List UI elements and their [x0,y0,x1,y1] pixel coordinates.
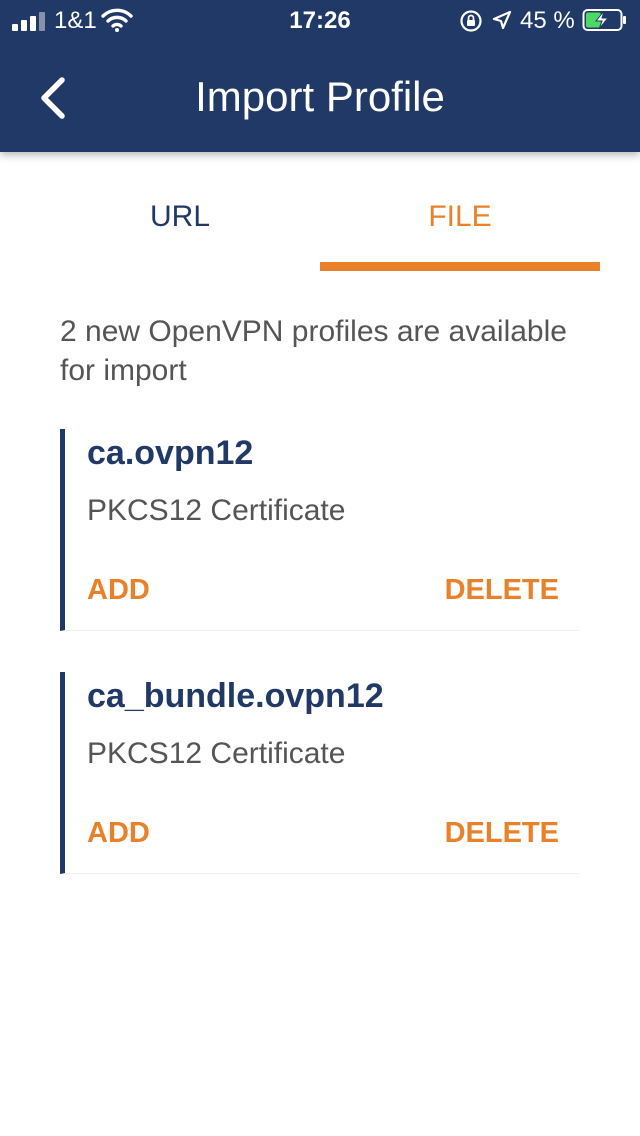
status-bar: 1&1 17:26 45 % [0,0,640,40]
add-profile-button[interactable]: ADD [87,815,150,851]
delete-profile-button[interactable]: DELETE [445,815,559,851]
tab-file[interactable]: FILE [320,170,600,270]
active-tab-indicator [320,262,600,271]
import-info-text: 2 new OpenVPN profiles are available for… [60,315,567,387]
rotation-lock-icon [459,9,483,38]
page-title: Import Profile [195,73,445,120]
profile-name: ca.ovpn12 [87,434,254,472]
app-header: 1&1 17:26 45 % Import Profile [0,0,640,152]
profile-type: PKCS12 Certificate [87,494,346,527]
location-arrow-icon [491,9,513,36]
profile-card: ca.ovpn12 PKCS12 Certificate ADD DELETE [60,429,580,631]
profile-name: ca_bundle.ovpn12 [87,677,384,715]
battery-percent: 45 % [520,7,575,34]
profile-card: ca_bundle.ovpn12 PKCS12 Certificate ADD … [60,672,580,874]
add-profile-button[interactable]: ADD [87,572,150,608]
battery-charging-icon [582,8,628,37]
profile-type: PKCS12 Certificate [87,737,346,770]
delete-profile-button[interactable]: DELETE [445,572,559,608]
tab-url[interactable]: URL [40,170,320,270]
